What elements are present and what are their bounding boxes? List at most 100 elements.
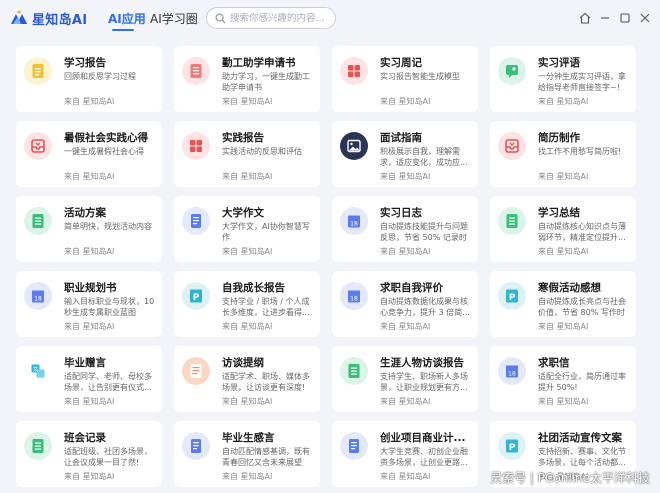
app-card[interactable]: 面试指南 积极展示自我，理解需求，适应变化，成功应... 来自 星知岛AI (332, 121, 478, 187)
card-title: 求职自我评价 (380, 282, 443, 294)
app-card[interactable]: 大学作文 大学作文，AI协你智慧写作 来自 星知岛AI (174, 196, 320, 262)
search-input[interactable] (230, 12, 330, 24)
svg-text:P: P (509, 443, 516, 453)
card-source: 来自 星知岛AI (380, 322, 431, 331)
card-description: 助力学习，一键生成勤工助学申请书 (222, 72, 310, 92)
puzzle-icon (182, 132, 210, 160)
card-description: 积极展示自我，理解需求，适应变化，成功应... (380, 147, 468, 167)
svg-text:文: 文 (33, 365, 39, 373)
app-card[interactable]: 创业项目商业计... 大学生竞赛、初创企业融资多场景，让创业更路... 来自 星知岛… (332, 421, 478, 487)
svg-text:18: 18 (350, 296, 358, 303)
form-icon (182, 57, 210, 85)
app-card[interactable]: 勤工助学申请书 助力学习，一键生成勤工助学申请书 来自 星知岛AI (174, 46, 320, 112)
card-source: 来自 星知岛AI (222, 472, 273, 481)
card-title: 毕业赠言 (64, 357, 106, 369)
app-card[interactable]: 学习总结自动提炼核心知识点与薄弱环节，精准定位提升... 来自 星知岛AI (490, 196, 636, 262)
card-title: 实践报告 (222, 132, 264, 144)
card-title: 职业规划书 (64, 282, 117, 294)
calendar-icon: 18 (24, 282, 52, 310)
maximize-icon[interactable] (618, 11, 632, 25)
card-description: 大学作文，AI协你智慧写作 (222, 222, 310, 242)
card-source: 来自 星知岛AI (538, 322, 589, 331)
card-description: 自动提炼数据化成果与核心竞争力，提升 3 倍简... (380, 297, 470, 317)
card-source: 来自 星知岛AI (222, 322, 273, 331)
search-box[interactable] (206, 7, 336, 29)
list-icon (24, 207, 52, 235)
list-icon (340, 357, 368, 385)
card-source: 来自 星知岛AI (380, 97, 431, 106)
card-title: 学习报告 (64, 57, 106, 69)
card-source: 来自 星知岛AI (380, 397, 431, 406)
card-description: 简单明快，规划活动内容 (64, 222, 152, 231)
card-source: 来自 星知岛AI (64, 472, 115, 481)
card-description: 适配全行业，简历通过率提升 50%! (538, 372, 626, 392)
app-card-grid: 学习报告 回顾和反思学习过程 来自 星知岛AI 勤工助学申请书助力学习，一键生成勤工助… (16, 46, 640, 493)
svg-text:P: P (193, 293, 200, 303)
card-title: 勤工助学申请书 (222, 57, 296, 69)
search-icon (215, 13, 226, 24)
card-title: 简历制作 (538, 132, 580, 144)
card-description: 自动匹配情感基调，既有青春回忆又含未来展望 (222, 447, 310, 467)
calendar-icon: 18 (340, 207, 368, 235)
home-icon[interactable] (578, 11, 592, 25)
app-card[interactable]: 活动方案 简单明快，规划活动内容 来自 星知岛AI (16, 196, 162, 262)
app-card[interactable]: 暑假社会实践心得 一键生成暑假社会心得 来自 星知岛AI (16, 121, 162, 187)
document-icon (24, 57, 52, 85)
tab-ai-learning-circle[interactable]: AI学习圈 (150, 10, 198, 27)
app-card[interactable]: 生涯人物访谈报告支持学生、职场新人多场景，让职业规划更有方... 来自 星知岛AI (332, 346, 478, 412)
tab-ai-apps[interactable]: AI应用 (108, 10, 146, 27)
app-card[interactable]: P 自我成长报告 支持学业 / 职场 / 个人成长多维度，让进步看得... 来自 星知… (174, 271, 320, 337)
card-source: 来自 星知岛AI (538, 247, 589, 256)
app-card[interactable]: 访谈提纲 适配学术、职场、媒体多场景，让访谈更有深度! 来自 星知岛AI (174, 346, 320, 412)
notes-icon (182, 207, 210, 235)
card-description: 自动提炼成长亮点与社会价值，节省 80% 写作时间 (538, 297, 626, 317)
card-description: 输入目标职业与现状，10秒生成专属职业蓝图 (64, 297, 155, 317)
card-title: 暑假社会实践心得 (64, 132, 148, 144)
card-title: 实习日志 (380, 207, 422, 219)
close-icon[interactable] (638, 11, 652, 25)
card-description: 实践活动的反思和评估 (222, 147, 302, 156)
app-card[interactable]: 18 求职信 适配全行业，简历通过率提升 50%! 来自 星知岛AI (490, 346, 636, 412)
app-card[interactable]: P 寒假活动感想自动提炼成长亮点与社会价值，节省 80% 写作时间来自 星知岛AI (490, 271, 636, 337)
card-title: 班会记录 (64, 432, 106, 444)
app-card[interactable]: 18 求职自我评价自动提炼数据化成果与核心竞争力，提升 3 倍简... 来自 星知岛… (332, 271, 478, 337)
list-icon (498, 207, 526, 235)
card-title: 毕业生感言 (222, 432, 275, 444)
card-title: 实习周记 (380, 57, 422, 69)
card-description: 支持学业 / 职场 / 个人成长多维度，让进步看得... (222, 297, 310, 317)
inbox-icon (498, 132, 526, 160)
app-card[interactable]: 学习报告 回顾和反思学习过程 来自 星知岛AI (16, 46, 162, 112)
card-description: 适配同学、老师、母校多场景，让告别更有仪式... (64, 372, 152, 392)
app-card[interactable]: 毕业生感言自动匹配情感基调，既有青春回忆又含未来展望来自 星知岛AI (174, 421, 320, 487)
puzzle-icon (340, 57, 368, 85)
active-tab-indicator (112, 29, 134, 31)
watermark: 灵索号 | PConline太平洋科技 (490, 471, 650, 485)
app-card[interactable]: 18 职业规划书 输入目标职业与现状，10秒生成专属职业蓝图 来自 星知岛AI (16, 271, 162, 337)
card-title: 学习总结 (538, 207, 580, 219)
app-card[interactable]: 班会记录适配班级、社团多场景，让会议成果一目了然! 来自 星知岛AI (16, 421, 162, 487)
card-source: 来自 星知岛AI (222, 397, 273, 406)
card-title: 访谈提纲 (222, 357, 264, 369)
card-description: 实习报告智能生成模型 (380, 72, 460, 81)
card-title: 创业项目商业计... (380, 432, 466, 444)
translate-icon: 文 (24, 357, 52, 385)
app-card[interactable]: 实习评语 一分钟生成实习评语，拿给指导老师直接签字~! 来自 星知岛AI (490, 46, 636, 112)
app-card[interactable]: 简历制作 找工作不用愁写简历啦! 来自 星知岛AI (490, 121, 636, 187)
card-title: 社团活动宣传文案 (538, 432, 622, 444)
minimize-icon[interactable] (598, 11, 612, 25)
card-description: 一键生成暑假社会心得 (64, 147, 144, 156)
app-name: 星知岛AI (32, 13, 88, 28)
card-title: 生涯人物访谈报告 (380, 357, 464, 369)
notes-icon (182, 432, 210, 460)
notes-icon (340, 432, 368, 460)
app-card[interactable]: 实习周记实习报告智能生成模型 来自 星知岛AI (332, 46, 478, 112)
app-card[interactable]: 18 实习日志自动提炼技能提升与问题反思，节省 50% 记录时间来自 星知岛AI (332, 196, 478, 262)
card-description: 找工作不用愁写简历啦! (538, 147, 622, 156)
card-description: 支持学生、职场新人多场景，让职业规划更有方... (380, 372, 468, 392)
app-card[interactable]: 文 毕业赠言 适配同学、老师、母校多场景，让告别更有仪式... 来自 星知岛AI (16, 346, 162, 412)
app-card[interactable]: 实践报告 实践活动的反思和评估 来自 星知岛AI (174, 121, 320, 187)
p-icon: P (498, 432, 526, 460)
card-description: 适配班级、社团多场景，让会议成果一目了然! (64, 447, 152, 467)
card-source: 来自 星知岛AI (380, 247, 431, 256)
card-description: 自动提炼核心知识点与薄弱环节，精准定位提升... (538, 222, 626, 242)
